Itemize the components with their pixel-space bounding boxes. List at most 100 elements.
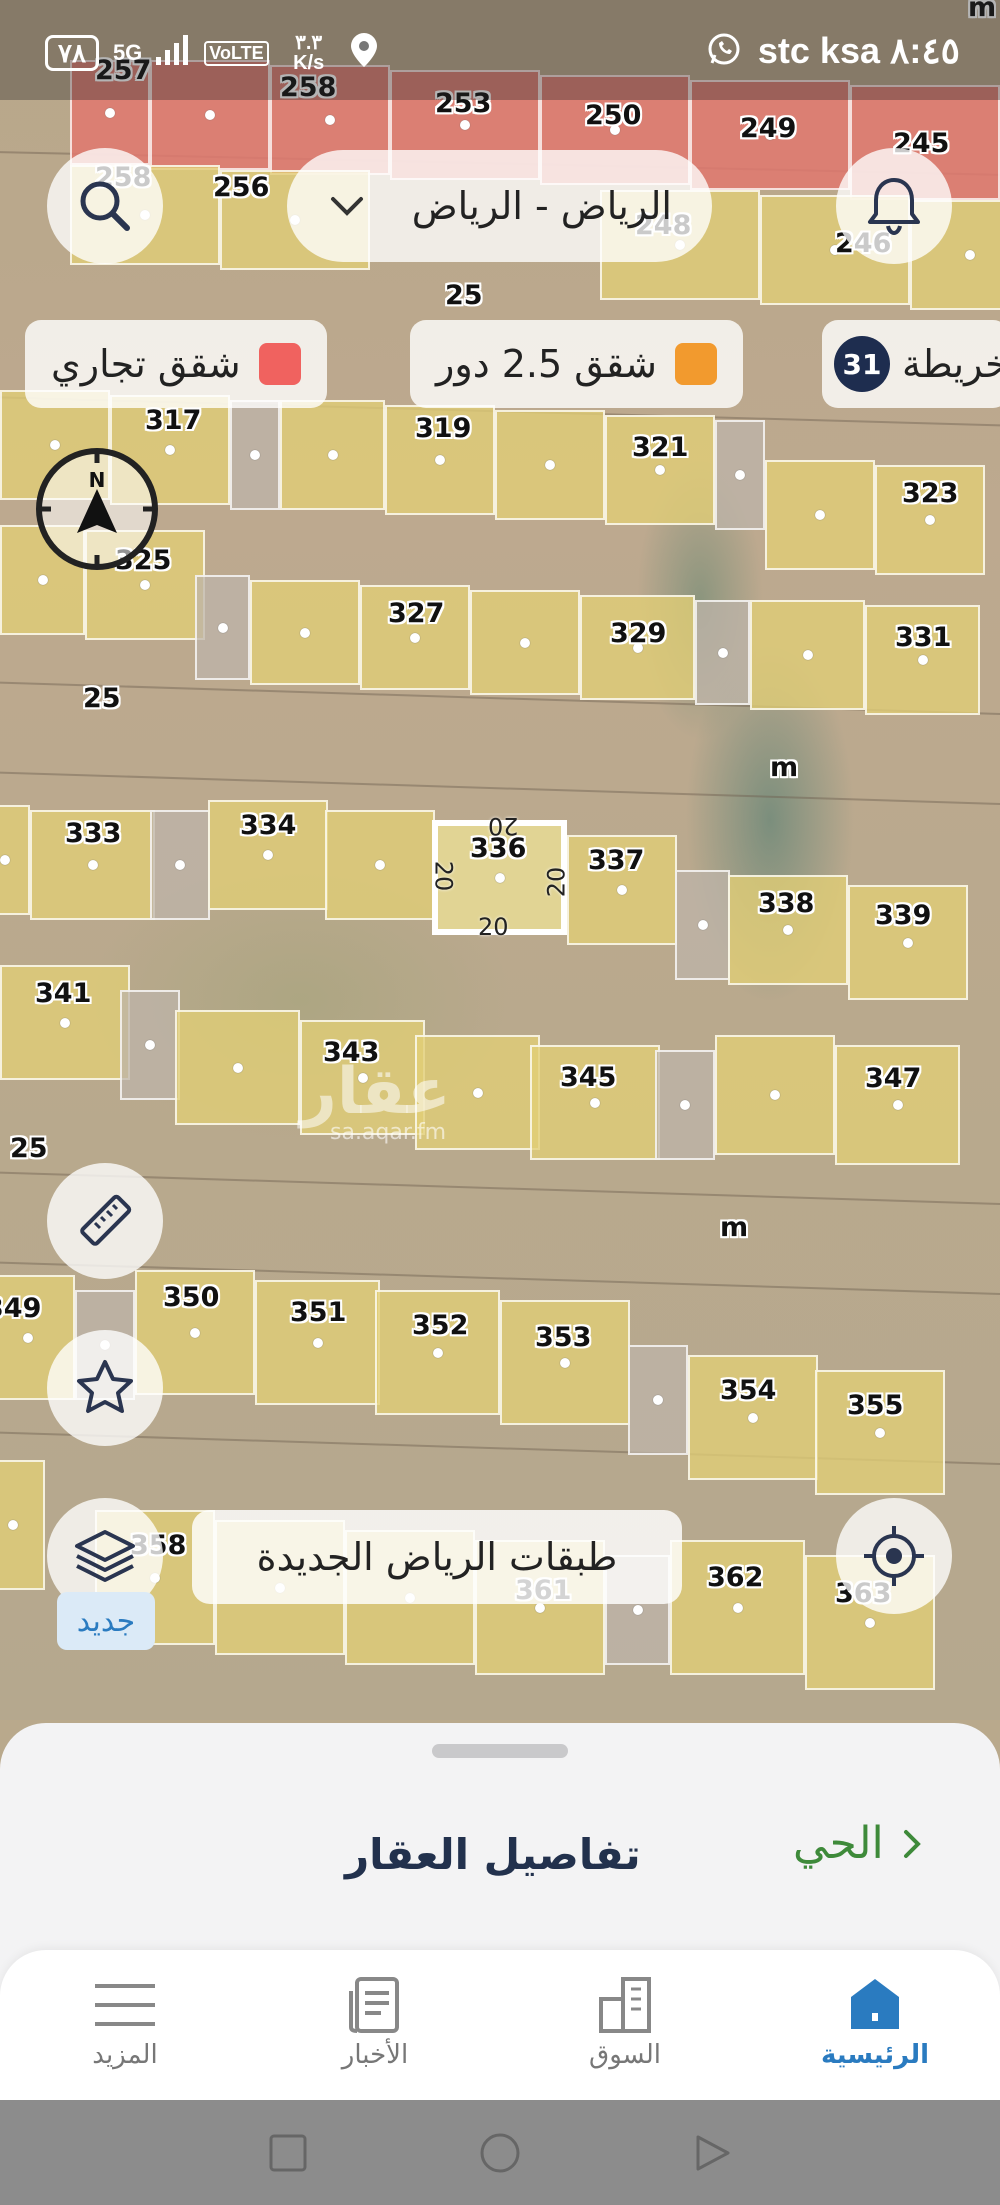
plot[interactable] (815, 1370, 945, 1495)
plot-number: 352 (412, 1310, 469, 1341)
compass-button[interactable]: N (33, 445, 161, 573)
watermark: عقار (300, 1055, 451, 1129)
plot[interactable] (0, 1460, 45, 1590)
plot[interactable] (715, 1035, 835, 1155)
selected-plot-dim-bottom: 20 (478, 913, 509, 941)
tab-home[interactable]: الرئيسية (795, 1970, 955, 2090)
plot-number: 338 (758, 888, 815, 919)
signal-icon (156, 35, 190, 71)
legend-commercial-swatch (258, 343, 301, 385)
plot[interactable] (375, 1290, 500, 1415)
m-marker: m (770, 752, 799, 783)
my-location-button[interactable] (836, 1498, 952, 1614)
plot[interactable] (655, 1050, 715, 1160)
plot[interactable] (120, 990, 180, 1100)
search-button[interactable] (47, 148, 163, 264)
legend-map-label: خريطة (902, 342, 1000, 386)
buildings-icon (599, 1977, 651, 2033)
plot[interactable] (628, 1345, 688, 1455)
plot-number: 317 (145, 405, 202, 436)
district-link-label: الحي (793, 1818, 884, 1869)
plot-number: 355 (847, 1390, 904, 1421)
region-selector[interactable]: الرياض - الرياض (287, 150, 712, 262)
legend-apartments-swatch (674, 343, 717, 385)
system-nav-bar (0, 2100, 1000, 2205)
legend-commercial-label: شقق تجاري (51, 342, 241, 386)
region-label: الرياض - الرياض (411, 184, 672, 228)
plot[interactable] (0, 805, 30, 915)
plot-number: 327 (388, 598, 445, 629)
plot[interactable] (195, 575, 250, 680)
plot-number: 351 (290, 1297, 347, 1328)
selected-plot-dim-right: 20 (542, 866, 571, 898)
plot[interactable] (715, 420, 765, 530)
plot-number: 321 (632, 432, 689, 463)
plot[interactable] (688, 1355, 818, 1480)
layers-label: طبقات الرياض الجديدة (256, 1535, 618, 1579)
new-tag: جديد (57, 1592, 155, 1650)
sheet-title: تفاصيل العقار (345, 1830, 641, 1879)
carrier-time: stc ksa ٨:٤٥ (706, 30, 960, 76)
plot-number: 354 (720, 1375, 777, 1406)
svg-text:N: N (89, 468, 106, 492)
plot[interactable] (675, 870, 730, 980)
m-marker: m (720, 1212, 749, 1243)
plot-number: 329 (610, 618, 667, 649)
status-bar: ٧٨ 5G VoLTE ٣.٣ K/s stc ksa ٨:٤٥ (0, 0, 1000, 100)
plot-number: 319 (415, 413, 472, 444)
tab-more-label: المزيد (92, 2040, 158, 2070)
home-icon (851, 1979, 899, 2029)
volte-indicator: VoLTE (204, 40, 269, 66)
search-icon (80, 181, 130, 231)
news-icon (349, 1977, 399, 2033)
plot-number: 249 (740, 113, 797, 144)
notifications-button[interactable] (836, 148, 952, 264)
tab-news[interactable]: الأخبار (295, 1970, 455, 2090)
tab-bar: المزيد الأخبار السوق الرئيسية (0, 1950, 1000, 2100)
plot-number: 331 (895, 622, 952, 653)
home-nav-icon[interactable] (478, 2131, 522, 2175)
plot[interactable] (695, 600, 750, 705)
data-speed: ٣.٣ K/s (293, 32, 325, 74)
plot[interactable] (670, 1540, 805, 1675)
street-width: 25 (83, 683, 121, 714)
tab-more[interactable]: المزيد (45, 1970, 205, 2090)
plot-number: 347 (865, 1063, 922, 1094)
district-link[interactable]: الحي (793, 1818, 924, 1869)
star-icon (77, 1360, 133, 1413)
compass-icon: N (36, 448, 158, 570)
back-icon[interactable] (692, 2133, 732, 2173)
legend-apartments[interactable]: شقق 2.5 دور (410, 320, 743, 408)
plot[interactable] (250, 580, 360, 685)
legend-apartments-label: شقق 2.5 دور (436, 342, 657, 386)
legend-commercial[interactable]: شقق تجاري (25, 320, 327, 408)
plot[interactable] (280, 400, 385, 510)
favorites-button[interactable] (47, 1330, 163, 1446)
street-width: 25 (445, 280, 483, 311)
plot[interactable] (325, 810, 435, 920)
crosshair-icon (864, 1526, 924, 1586)
recents-icon[interactable] (268, 2133, 308, 2173)
location-icon (349, 32, 379, 74)
plot[interactable] (750, 600, 865, 710)
plot[interactable] (230, 400, 280, 510)
tab-home-label: الرئيسية (820, 2040, 930, 2070)
legend-map-count[interactable]: 31 خريطة (822, 320, 1000, 408)
measure-button[interactable] (47, 1163, 163, 1279)
plot[interactable] (175, 1010, 300, 1125)
plot[interactable] (150, 810, 210, 920)
battery-icon: ٧٨ (45, 35, 99, 71)
plot[interactable] (470, 590, 580, 695)
plot-number: 339 (875, 900, 932, 931)
plot-number: 334 (240, 810, 297, 841)
plot-number: 341 (35, 978, 92, 1009)
plot-number: 349 (0, 1293, 42, 1324)
plot-number: 353 (535, 1322, 592, 1353)
plot[interactable] (500, 1300, 630, 1425)
plot[interactable] (765, 460, 875, 570)
sheet-drag-handle[interactable] (432, 1744, 568, 1758)
plot[interactable] (495, 410, 605, 520)
tab-market[interactable]: السوق (545, 1970, 705, 2090)
network-type: 5G (112, 40, 143, 65)
layers-label-pill[interactable]: طبقات الرياض الجديدة (192, 1510, 682, 1604)
